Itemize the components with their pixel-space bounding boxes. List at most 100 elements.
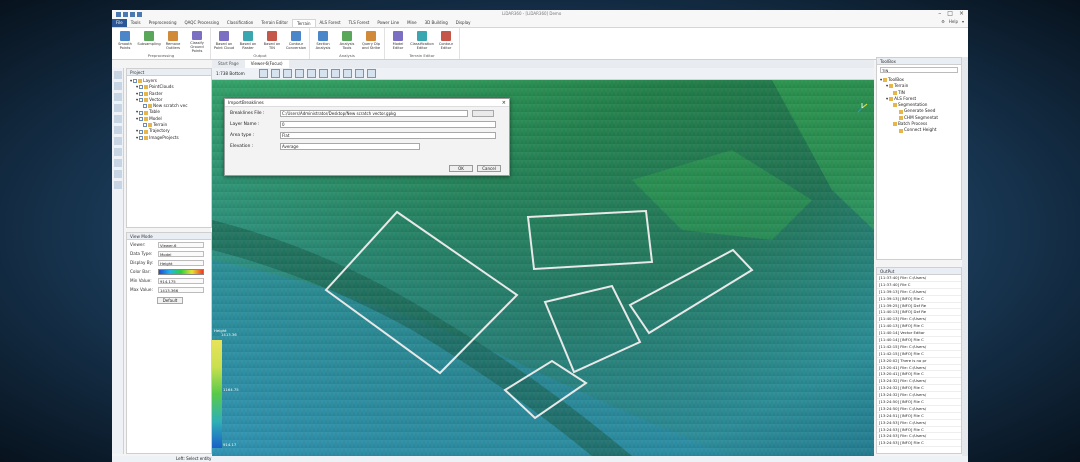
breaklines-file-input[interactable]: C:/Users/Administrator/Desktop/New scrat…	[280, 109, 468, 117]
checkbox[interactable]	[139, 85, 144, 90]
zoom-extent-icon[interactable]	[307, 69, 316, 78]
remove-outliers-button[interactable]: Remove Outliers	[162, 29, 184, 53]
based-on-tin-button[interactable]: Based on TIN	[261, 29, 283, 53]
classify-ground-points-button[interactable]: Classify Ground Points	[186, 29, 208, 53]
tool-icon[interactable]	[114, 181, 122, 189]
tree-item[interactable]: Connect Height	[880, 127, 961, 133]
doc-tab-viewer-6-focus[interactable]: Viewer-6(Focus)	[244, 60, 289, 68]
view-mode-value[interactable]: Viewer-6	[158, 241, 204, 248]
view-mode-value[interactable]: Model	[158, 250, 204, 257]
based-on-point-cloud-button[interactable]: Based on Point Cloud	[213, 29, 235, 53]
tool-icon[interactable]	[114, 170, 122, 178]
checkbox[interactable]	[139, 110, 144, 115]
tool-icon[interactable]	[114, 115, 122, 123]
redo-icon[interactable]	[137, 12, 142, 17]
doc-tab-start-page[interactable]: Start Page	[212, 60, 245, 68]
checkbox[interactable]	[139, 135, 144, 140]
checkbox[interactable]	[143, 104, 147, 109]
tab-als-forest[interactable]: ALS Forest	[316, 19, 345, 27]
expand-arrow-icon[interactable]: ▾	[136, 97, 138, 103]
measure-icon[interactable]	[331, 69, 340, 78]
tab-display[interactable]: Display	[452, 19, 475, 27]
folder-icon	[893, 103, 897, 108]
pan-icon[interactable]	[319, 69, 328, 78]
save-icon[interactable]	[116, 12, 121, 17]
contour-conversion-button[interactable]: Contour Conversion	[285, 29, 307, 53]
dialog-close-icon[interactable]: ×	[502, 99, 506, 107]
expand-arrow-icon[interactable]: ▾	[136, 116, 138, 122]
tool-icon[interactable]	[114, 93, 122, 101]
open-icon[interactable]	[123, 12, 128, 17]
view-mode-value[interactable]: Height	[158, 259, 204, 266]
view-mode-value[interactable]: 1413.366	[158, 286, 204, 293]
default-button[interactable]: Default	[157, 297, 183, 304]
tool-icon[interactable]	[114, 71, 122, 79]
smooth-points-icon	[120, 31, 130, 41]
tab-preprocessing[interactable]: Preprocessing	[145, 19, 181, 27]
profile-icon[interactable]	[355, 69, 364, 78]
view-front-icon[interactable]	[271, 69, 280, 78]
model-editor-button[interactable]: Model Editor	[387, 29, 409, 53]
screenshot-icon[interactable]	[367, 69, 376, 78]
tab-power-line[interactable]: Power Line	[373, 19, 403, 27]
tab-tls-forest[interactable]: TLS Forest	[345, 19, 374, 27]
view-top-icon[interactable]	[259, 69, 268, 78]
tab-tools[interactable]: Tools	[127, 19, 145, 27]
classification-editor-button[interactable]: Classification Editor	[410, 29, 434, 53]
ribbon-menu-icon[interactable]: ▾	[962, 19, 964, 24]
expand-arrow-icon[interactable]: ▾	[136, 135, 138, 141]
tool-icon[interactable]	[114, 148, 122, 156]
select-icon[interactable]	[343, 69, 352, 78]
minimize-icon[interactable]: –	[938, 10, 941, 17]
area-type-select[interactable]: Flat	[280, 131, 496, 139]
checkbox[interactable]	[139, 98, 144, 103]
checkbox[interactable]	[133, 79, 138, 84]
tab-file[interactable]: File	[112, 19, 127, 27]
output-line: [13:24:32] File: C:/Users/	[877, 392, 961, 400]
checkbox[interactable]	[143, 123, 147, 128]
tool-icon[interactable]	[114, 126, 122, 134]
tool-icon[interactable]	[114, 137, 122, 145]
undo-icon[interactable]	[130, 12, 135, 17]
expand-arrow-icon[interactable]: ▾	[886, 96, 888, 102]
view-mode-value[interactable]: 914.175	[158, 277, 204, 284]
tool-icon[interactable]	[114, 159, 122, 167]
checkbox[interactable]	[139, 129, 144, 134]
tab-classification[interactable]: Classification	[223, 19, 257, 27]
browse-button[interactable]	[472, 109, 494, 117]
settings-icon[interactable]: ⚙	[941, 19, 945, 24]
smooth-points-button[interactable]: Smooth Points	[114, 29, 136, 53]
maximize-icon[interactable]: □	[947, 10, 953, 17]
expand-arrow-icon[interactable]: ▾	[886, 83, 888, 89]
expand-arrow-icon[interactable]: ▾	[880, 77, 882, 83]
ok-button[interactable]: OK	[449, 165, 473, 172]
cancel-button[interactable]: Cancel	[477, 165, 501, 172]
subsampling-icon	[144, 31, 154, 41]
query-dip-and-strike-button[interactable]: Query Dip and Strike	[360, 29, 382, 53]
tab-3d-building[interactable]: 3D Building	[421, 19, 452, 27]
elevation-select[interactable]: Average	[280, 142, 420, 150]
tab-terrain-editor[interactable]: Terrain Editor	[257, 19, 292, 27]
checkbox[interactable]	[139, 116, 144, 121]
subsampling-button[interactable]: Subsampling	[137, 29, 161, 53]
based-on-raster-button[interactable]: Based on Raster	[237, 29, 259, 53]
layer-name-select[interactable]: 0	[280, 120, 496, 128]
expand-arrow-icon[interactable]: ▾	[130, 78, 132, 84]
color-bar-select[interactable]	[158, 268, 204, 275]
view-3d-icon[interactable]	[295, 69, 304, 78]
checkbox[interactable]	[139, 91, 144, 96]
tool-icon[interactable]	[114, 104, 122, 112]
help-link[interactable]: Help	[949, 19, 958, 24]
contour-editor-button[interactable]: Contour Editor	[435, 29, 457, 53]
tab-terrain[interactable]: Terrain	[292, 19, 316, 27]
tool-icon[interactable]	[114, 82, 122, 90]
tab-qaqc-processing[interactable]: QAQC Processing	[180, 19, 222, 27]
close-icon[interactable]: ×	[959, 10, 964, 17]
tab-mine[interactable]: Mine	[403, 19, 421, 27]
analysis-tools-button[interactable]: Analysis Tools	[336, 29, 358, 53]
toolbox-search-input[interactable]: TIN	[880, 67, 958, 73]
view-side-icon[interactable]	[283, 69, 292, 78]
view-mode-row: Viewer: Viewer-6	[127, 240, 211, 249]
section-analysis-button[interactable]: Section Analysis	[312, 29, 334, 53]
tree-item[interactable]: ▾ ImageProjects	[130, 135, 211, 141]
